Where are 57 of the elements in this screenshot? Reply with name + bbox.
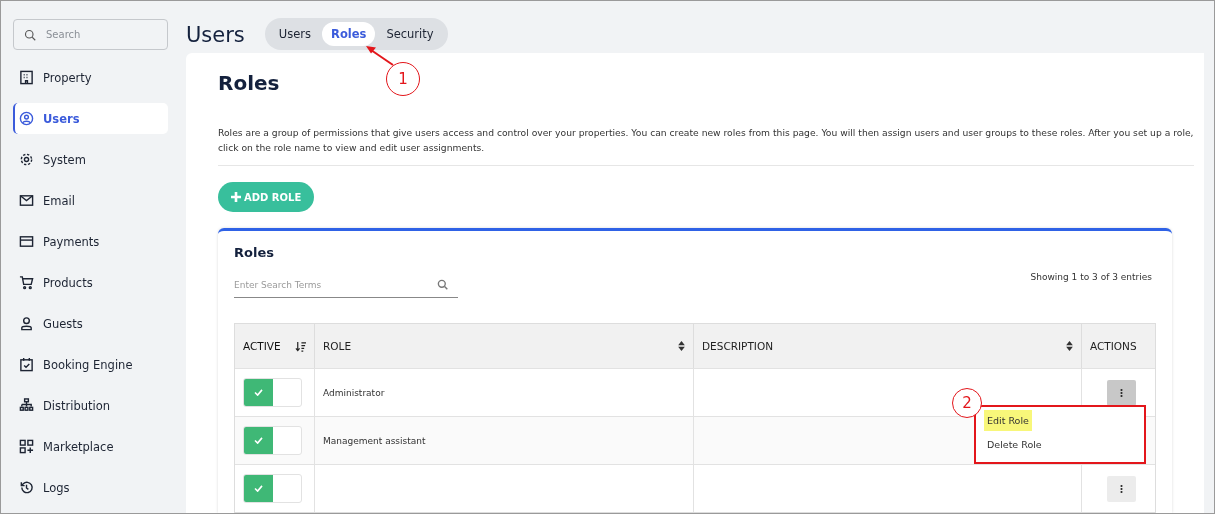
menu-item[interactable]: Edit Role [984,410,1032,431]
more-actions-button[interactable] [1107,379,1136,406]
history-icon [19,480,34,496]
description-text: Roles are a group of permissions that give users access and control over your properties. You can create new roles from this page. You will then assign users and user groups to these roles. After you set up a role, click on the role name to view and edit user assignments. [218,126,1194,155]
check-icon [254,389,263,396]
column-header[interactable]: DESCRIPTION [694,324,1082,368]
card-icon [19,234,34,250]
active-toggle[interactable] [244,427,273,454]
tab[interactable]: Roles [322,22,376,46]
section-title: Roles [218,71,280,95]
mail-icon [19,193,34,209]
check-icon [254,485,263,492]
active-toggle[interactable] [244,475,273,502]
entries-info: Showing 1 to 3 of 3 entries [1030,272,1153,282]
tab[interactable]: Users [269,22,321,46]
gear-icon [19,152,34,168]
building-icon [19,70,34,86]
search-icon [24,29,36,41]
calendar-icon [19,357,34,373]
sort-icon [678,341,685,351]
sort-icon [1066,341,1073,351]
check-icon [254,437,263,444]
tab[interactable]: Security [377,22,443,46]
tree-icon [19,398,34,414]
sidebar-item[interactable]: Guests [13,308,168,340]
sidebar-item[interactable]: Payments [13,226,168,258]
sidebar-item[interactable]: Booking Engine [13,349,168,381]
sidebar-item[interactable]: Marketplace [13,431,168,463]
more-vertical-icon [1120,483,1123,494]
column-header[interactable]: ACTIVE [235,324,315,368]
sidebar-item[interactable]: Logs [13,472,168,504]
plus-icon [231,192,241,202]
card-title: Roles [234,245,275,260]
search-field[interactable]: Search [13,19,168,50]
grid-icon [19,439,34,455]
sidebar-item[interactable]: Distribution [13,390,168,422]
user-icon [19,111,34,127]
page-title: Users [186,22,245,49]
sort-descending-icon [295,340,306,352]
column-header: ACTIONS [1089,339,1138,354]
callout-arrow [365,45,395,67]
active-toggle[interactable] [244,379,273,406]
sidebar-item[interactable]: Property [13,62,168,94]
callout-number: 2 [952,388,982,418]
menu-item[interactable]: Delete Role [984,434,1045,455]
search-icon [437,279,448,290]
sidebar-item[interactable]: System [13,144,168,176]
more-actions-button[interactable] [1107,475,1136,502]
column-header[interactable]: ROLE [315,324,694,368]
more-vertical-icon [1120,387,1123,398]
person-icon [19,316,34,332]
role-name[interactable]: Administrator [323,387,385,398]
cart-icon [19,275,34,291]
sidebar-item[interactable]: Products [13,267,168,299]
role-name[interactable]: Management assistant [323,435,426,446]
sidebar-item[interactable]: Users [13,103,168,135]
sidebar-item[interactable]: Email [13,185,168,217]
